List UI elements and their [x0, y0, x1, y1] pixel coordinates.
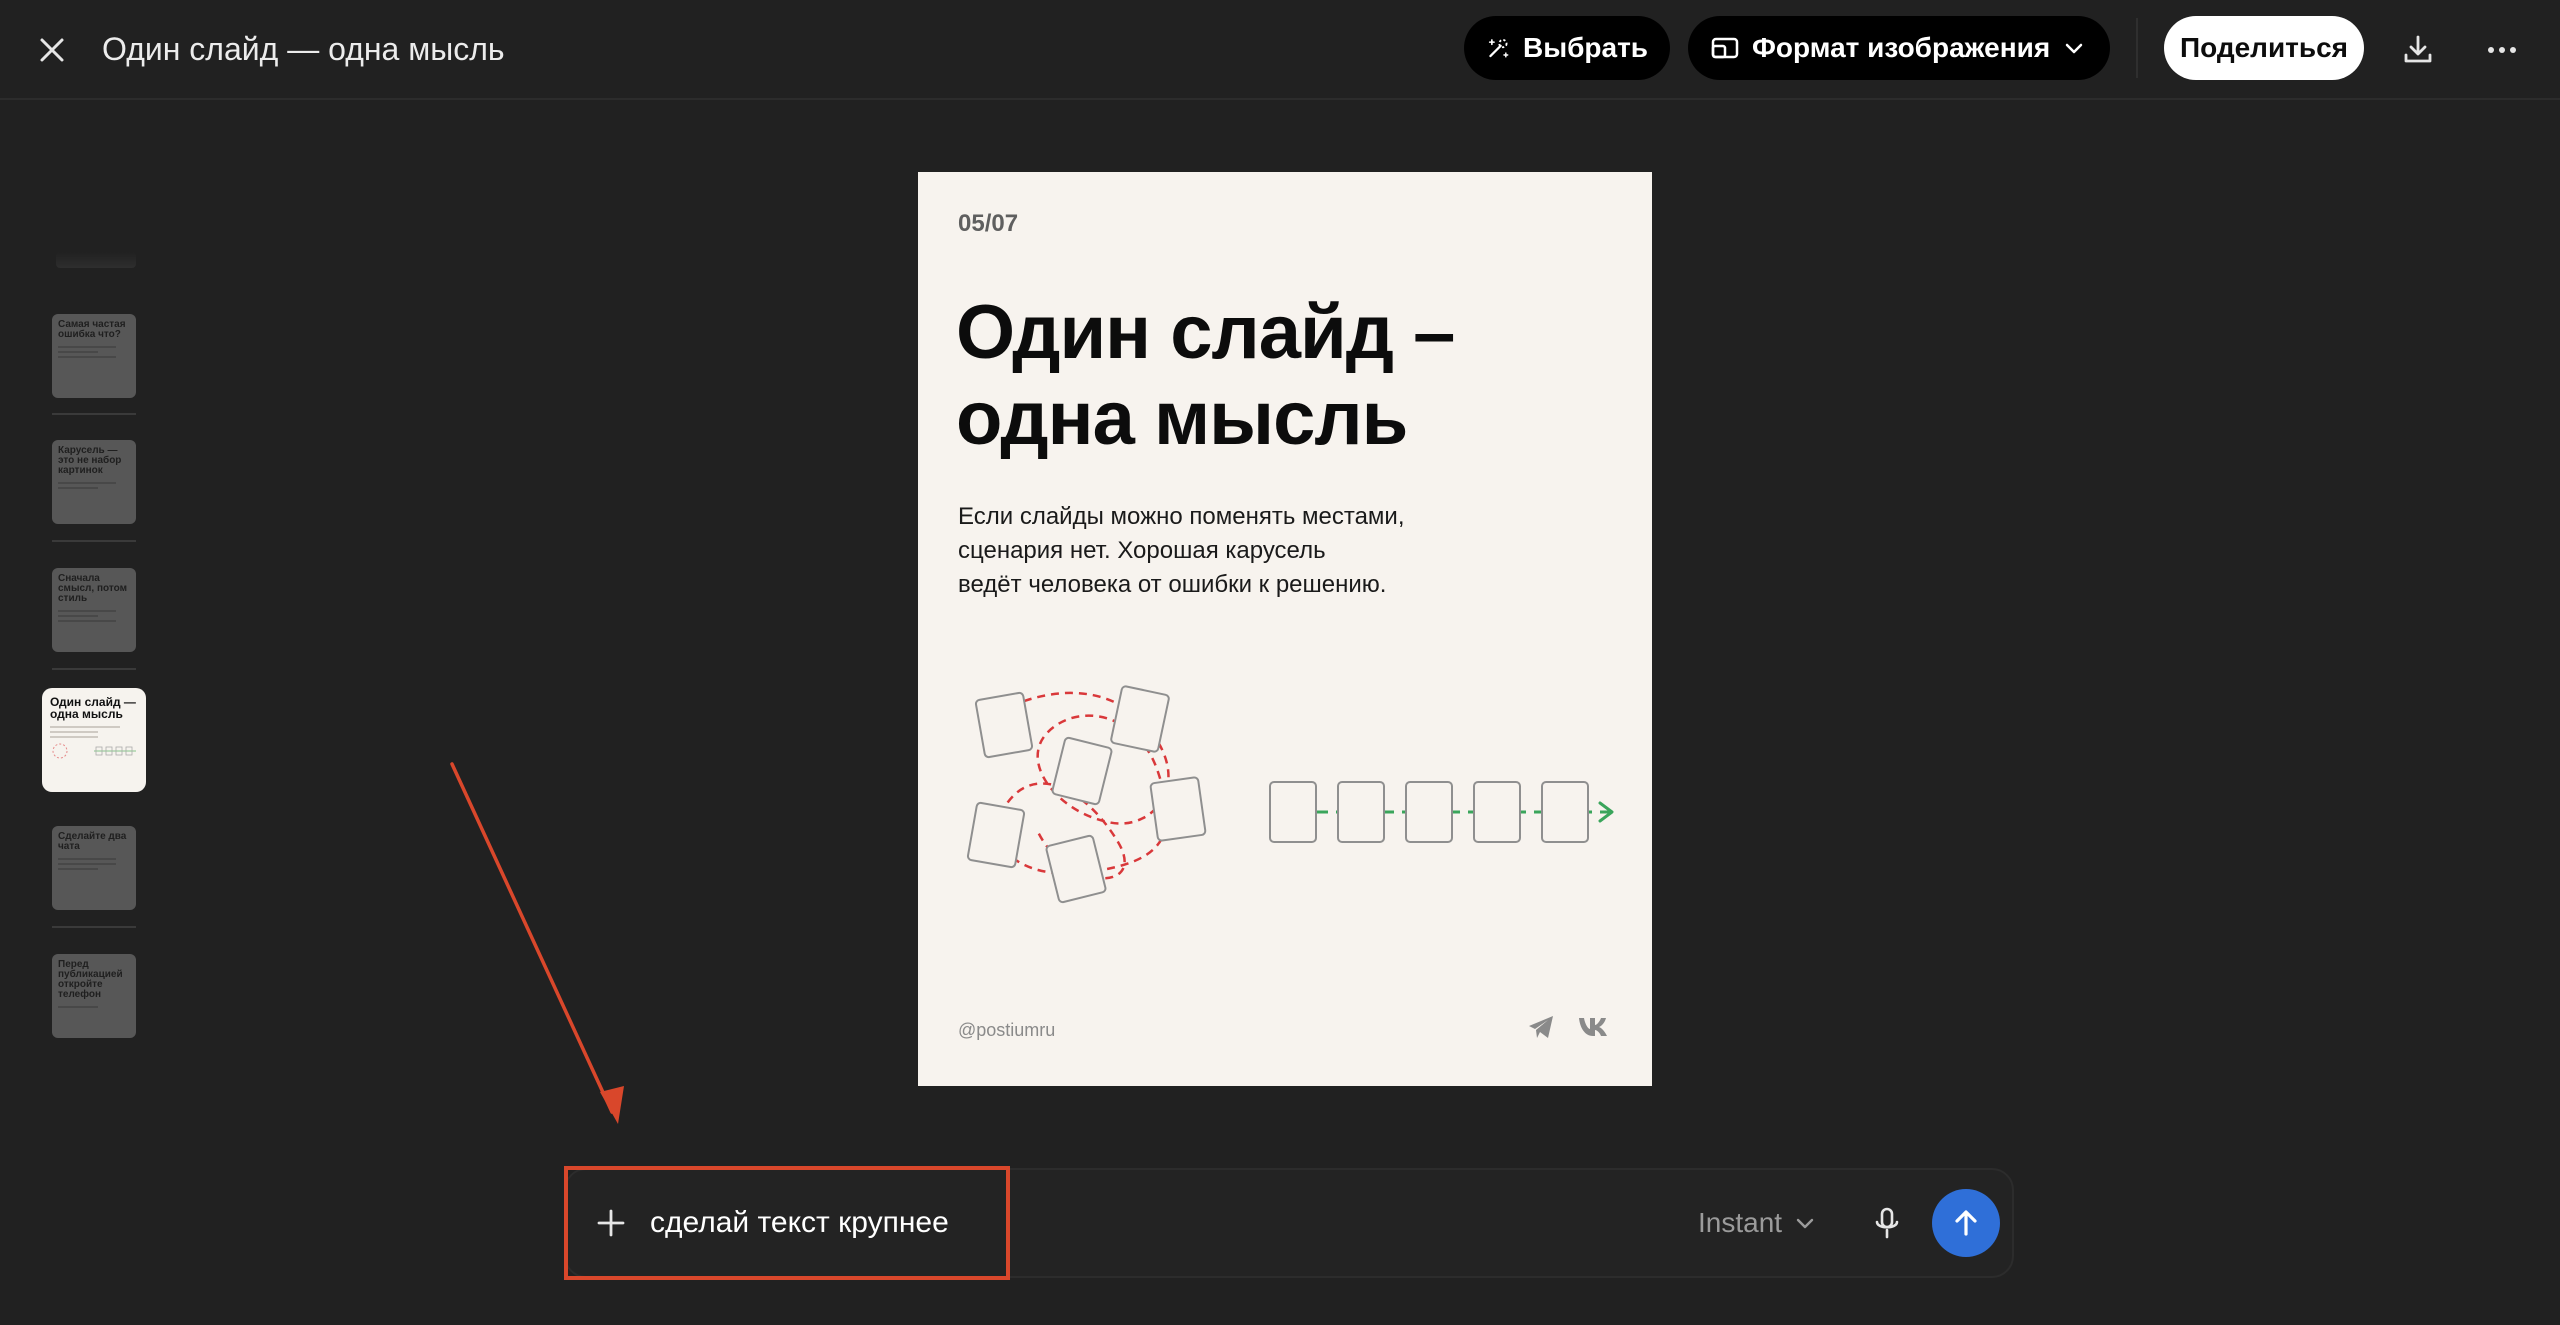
voice-input-button[interactable] — [1862, 1198, 1912, 1248]
slide-thumbnail-6[interactable]: Перед публикацией откройте телефон — [52, 954, 136, 1038]
slide-body-line-2: сценария нет. Хорошая карусель — [958, 537, 1326, 564]
order-card — [1405, 781, 1453, 843]
thumbnail-title: Самая частая ошибка что? — [58, 319, 126, 340]
download-icon — [2404, 35, 2432, 63]
magic-select-icon — [1488, 39, 1509, 58]
chaos-card — [1045, 834, 1107, 904]
chaos-card — [966, 801, 1026, 869]
toolbar-divider — [2136, 18, 2138, 78]
slide-title-line-2: одна мысль — [956, 376, 1408, 461]
prompt-input[interactable] — [650, 1200, 990, 1246]
order-card — [1337, 781, 1385, 843]
slide-thumbnail-2[interactable]: Карусель — это не набор картинок — [52, 440, 136, 524]
order-card — [1541, 781, 1589, 843]
slide-preview[interactable]: 05/07 Один слайд – одна мысль Если слайд… — [918, 172, 1652, 1086]
select-label: Выбрать — [1522, 32, 1648, 63]
chaos-card — [1051, 736, 1113, 806]
arrow-up-icon — [1955, 1210, 1977, 1236]
chaos-card — [1110, 685, 1170, 753]
thumbnail-title: Карусель — это не набор картинок — [58, 445, 122, 476]
chevron-down-icon — [1796, 1218, 1814, 1229]
close-icon — [40, 38, 64, 62]
thumbnail-divider — [52, 926, 136, 928]
model-label: Instant — [1698, 1207, 1783, 1238]
thumbnail-title: Один слайд — одна мысль — [50, 695, 136, 721]
slide-counter: 05/07 — [958, 210, 1019, 237]
thumbnail-illustration — [52, 743, 136, 759]
slide-thumbnail-3[interactable]: Сначала смысл, потом стиль — [52, 568, 136, 652]
image-format-label: Формат изображения — [1752, 32, 2051, 63]
vk-icon — [1576, 1010, 1610, 1044]
slide-thumbnail-1[interactable]: Самая частая ошибка что? — [52, 314, 136, 398]
slide-thumbnail-5[interactable]: Сделайте два чата — [52, 826, 136, 910]
order-card — [1473, 781, 1521, 843]
select-button[interactable]: Выбрать — [1464, 16, 1670, 80]
slide-title-line-1: Один слайд – — [956, 290, 1455, 375]
image-format-dropdown[interactable]: Формат изображения — [1688, 16, 2110, 80]
thumbnail-scroll-fade — [56, 252, 136, 268]
model-selector[interactable]: Instant — [1698, 1200, 1816, 1246]
telegram-icon — [1524, 1010, 1558, 1044]
order-card — [1269, 781, 1317, 843]
slide-body-line-1: Если слайды можно поменять местами, — [958, 503, 1405, 530]
thumbnail-divider — [52, 668, 136, 670]
close-button[interactable] — [28, 26, 76, 74]
thumbnail-title: Перед публикацией откройте телефон — [58, 959, 123, 1000]
slide-thumbnail-4-active[interactable]: Один слайд — одна мысль — [42, 688, 146, 792]
add-attachment-button[interactable] — [586, 1198, 636, 1248]
download-button[interactable] — [2392, 24, 2444, 76]
thumbnail-divider — [52, 540, 136, 542]
chevron-down-icon — [2065, 43, 2083, 54]
share-button[interactable]: Поделиться — [2164, 16, 2364, 80]
more-options-button[interactable] — [2476, 24, 2528, 76]
chaos-card — [974, 691, 1034, 759]
chaos-card — [1149, 776, 1207, 842]
document-title: Один слайд — одна мысль — [102, 31, 505, 67]
slide-body-line-3: ведёт человека от ошибки к решению. — [958, 571, 1387, 598]
aspect-ratio-icon — [1711, 37, 1739, 59]
slide-handle: @postiumru — [958, 1020, 1056, 1040]
send-button[interactable] — [1932, 1189, 2000, 1257]
top-bar: Один слайд — одна мысль Выбрать Формат и… — [0, 0, 2560, 100]
more-horizontal-icon — [2488, 47, 2516, 53]
microphone-icon — [1875, 1207, 1899, 1239]
slide-body-text: Если слайды можно поменять местами, сцен… — [958, 500, 1518, 602]
thumbnail-title: Сначала смысл, потом стиль — [58, 573, 128, 604]
thumbnail-divider — [52, 413, 136, 415]
slide-title: Один слайд – одна мысль — [956, 290, 1616, 462]
plus-icon — [597, 1209, 625, 1237]
thumbnail-title: Сделайте два чата — [58, 831, 127, 852]
